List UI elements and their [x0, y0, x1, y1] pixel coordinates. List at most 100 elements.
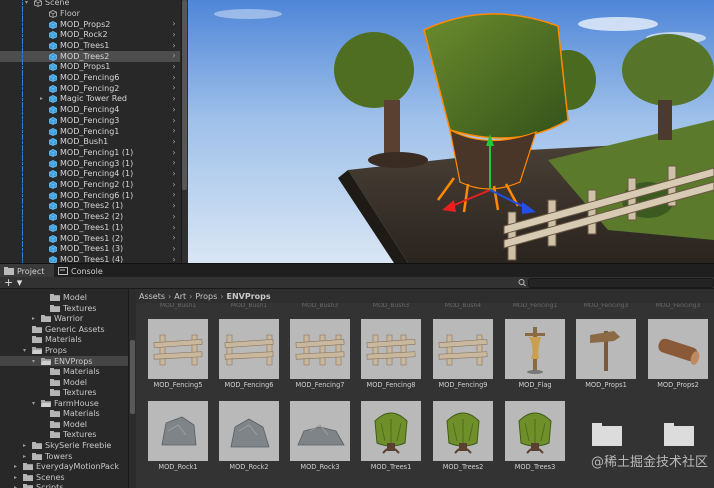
- hierarchy-item[interactable]: MOD_Trees1 (2) ›: [0, 233, 180, 244]
- asset-thumbnail[interactable]: [361, 401, 421, 461]
- hierarchy-item[interactable]: MOD_Fencing4 ›: [0, 104, 180, 116]
- hierarchy-item[interactable]: MOD_Fencing2 (1) ›: [0, 179, 180, 191]
- tree-item[interactable]: Textures: [0, 430, 128, 441]
- hierarchy-item[interactable]: MOD_Trees2 (2) ›: [0, 211, 180, 223]
- expand-arrow-icon[interactable]: ▸: [14, 463, 17, 470]
- tree-item[interactable]: ▸ Towers: [0, 451, 128, 462]
- tree-item[interactable]: Model: [0, 419, 128, 430]
- chevron-right-icon[interactable]: ›: [170, 255, 178, 263]
- tree-item[interactable]: ▸ EverydayMotionPack: [0, 461, 128, 472]
- tree-item[interactable]: Materials: [0, 335, 128, 346]
- chevron-right-icon[interactable]: ›: [170, 126, 178, 136]
- search-input[interactable]: [528, 278, 714, 288]
- asset-thumbnail[interactable]: [148, 401, 208, 461]
- asset-thumbnail[interactable]: [576, 319, 636, 379]
- expand-arrow-icon[interactable]: ▸: [32, 315, 35, 322]
- hierarchy-item[interactable]: MOD_Fencing6 (1) ›: [0, 190, 180, 202]
- hierarchy-item[interactable]: MOD_Fencing1 (1) ›: [0, 147, 180, 159]
- breadcrumb-item[interactable]: Assets: [139, 292, 165, 301]
- tab-console[interactable]: Console: [54, 264, 110, 278]
- asset-thumbnail[interactable]: [219, 401, 279, 461]
- chevron-right-icon[interactable]: ›: [170, 169, 178, 179]
- expand-arrow-icon[interactable]: ▸: [40, 94, 43, 104]
- tree-item[interactable]: ▸ Scenes: [0, 472, 128, 483]
- asset-thumbnail[interactable]: [290, 401, 350, 461]
- chevron-right-icon[interactable]: ›: [170, 158, 178, 168]
- hierarchy-item[interactable]: MOD_Trees2 (1) ›: [0, 201, 180, 212]
- tree-item[interactable]: ▾ FarmHouse: [0, 398, 128, 409]
- hierarchy-item[interactable]: ▸ Magic Tower Red ›: [0, 94, 180, 105]
- chevron-right-icon[interactable]: ›: [170, 73, 178, 83]
- chevron-right-icon[interactable]: ›: [170, 244, 178, 254]
- hierarchy-item[interactable]: ▾ Scene: [0, 0, 180, 9]
- chevron-right-icon[interactable]: ›: [170, 223, 178, 233]
- tree-item[interactable]: ▸ Scripts: [0, 482, 128, 488]
- chevron-right-icon[interactable]: ›: [170, 201, 178, 211]
- asset-thumbnail[interactable]: [290, 319, 350, 379]
- asset-thumbnail[interactable]: [361, 319, 421, 379]
- asset-thumbnail[interactable]: [219, 319, 279, 379]
- chevron-right-icon[interactable]: ›: [170, 137, 178, 147]
- tree-item[interactable]: Textures: [0, 303, 128, 314]
- chevron-right-icon[interactable]: ›: [170, 148, 178, 158]
- asset-thumbnail[interactable]: [505, 401, 565, 461]
- tree-item[interactable]: ▾ Props: [0, 345, 128, 356]
- hierarchy-item[interactable]: MOD_Trees1 (3) ›: [0, 243, 180, 255]
- chevron-right-icon[interactable]: ›: [170, 116, 178, 126]
- expand-arrow-icon[interactable]: ▾: [25, 0, 28, 8]
- expand-arrow-icon[interactable]: ▸: [23, 442, 26, 449]
- chevron-right-icon[interactable]: ›: [170, 41, 178, 51]
- hierarchy-item[interactable]: MOD_Fencing3 ›: [0, 115, 180, 127]
- expand-arrow-icon[interactable]: ▸: [23, 453, 26, 460]
- hierarchy-item[interactable]: MOD_Rock2 ›: [0, 29, 180, 41]
- chevron-right-icon[interactable]: ›: [170, 190, 178, 200]
- chevron-right-icon[interactable]: ›: [170, 212, 178, 222]
- chevron-right-icon[interactable]: ›: [170, 19, 178, 29]
- chevron-right-icon[interactable]: ›: [170, 233, 178, 243]
- asset-thumbnail[interactable]: [648, 319, 708, 379]
- chevron-right-icon[interactable]: ›: [170, 83, 178, 93]
- chevron-right-icon[interactable]: ›: [170, 62, 178, 72]
- tree-scroll-thumb[interactable]: [130, 340, 135, 414]
- breadcrumb-item[interactable]: Props: [195, 292, 217, 301]
- chevron-right-icon[interactable]: ›: [170, 51, 178, 61]
- tree-item[interactable]: Model: [0, 293, 128, 304]
- breadcrumb-item[interactable]: Art: [174, 292, 186, 301]
- hierarchy-item[interactable]: MOD_Bush1 ›: [0, 136, 180, 148]
- chevron-right-icon[interactable]: ›: [170, 30, 178, 40]
- tree-item[interactable]: Textures: [0, 387, 128, 398]
- chevron-right-icon[interactable]: ›: [170, 94, 178, 104]
- tree-item[interactable]: ▸ SkySerie Freebie: [0, 440, 128, 451]
- expand-arrow-icon[interactable]: ▸: [14, 484, 17, 488]
- hierarchy-item[interactable]: MOD_Fencing3 (1) ›: [0, 158, 180, 169]
- tree-item[interactable]: Materials: [0, 366, 128, 377]
- hierarchy-item[interactable]: MOD_Trees1 ›: [0, 40, 180, 52]
- hierarchy-item[interactable]: MOD_Fencing1 ›: [0, 126, 180, 137]
- asset-thumbnail[interactable]: [505, 319, 565, 379]
- tree-item[interactable]: Generic Assets: [0, 324, 128, 335]
- scene-view[interactable]: [188, 0, 714, 263]
- asset-thumbnail[interactable]: [433, 319, 493, 379]
- tree-item[interactable]: Model: [0, 377, 128, 388]
- hierarchy-item[interactable]: Floor: [0, 8, 180, 20]
- breadcrumb-item[interactable]: ENVProps: [227, 292, 271, 301]
- hierarchy-item[interactable]: MOD_Fencing4 (1) ›: [0, 169, 180, 180]
- hierarchy-item[interactable]: MOD_Trees1 (4) ›: [0, 254, 180, 263]
- hierarchy-item[interactable]: MOD_Trees1 (1) ›: [0, 222, 180, 234]
- chevron-right-icon[interactable]: ›: [170, 105, 178, 115]
- hierarchy-item[interactable]: MOD_Props1 ›: [0, 62, 180, 73]
- hierarchy-item[interactable]: MOD_Props2 ›: [0, 19, 180, 30]
- hierarchy-item[interactable]: MOD_Trees2 ›: [0, 51, 180, 62]
- tree-item[interactable]: ▾ ENVProps: [0, 355, 128, 367]
- add-button[interactable]: + ▾: [4, 277, 22, 289]
- expand-arrow-icon[interactable]: ▸: [14, 474, 17, 481]
- asset-thumbnail[interactable]: [148, 319, 208, 379]
- asset-thumbnail[interactable]: [433, 401, 493, 461]
- chevron-right-icon[interactable]: ›: [170, 180, 178, 190]
- expand-arrow-icon[interactable]: ▾: [32, 358, 35, 365]
- hierarchy-item[interactable]: MOD_Fencing6 ›: [0, 72, 180, 84]
- expand-arrow-icon[interactable]: ▾: [23, 347, 26, 354]
- expand-arrow-icon[interactable]: ▾: [32, 400, 35, 407]
- hierarchy-scroll-thumb[interactable]: [182, 0, 187, 190]
- hierarchy-item[interactable]: MOD_Fencing2 ›: [0, 83, 180, 95]
